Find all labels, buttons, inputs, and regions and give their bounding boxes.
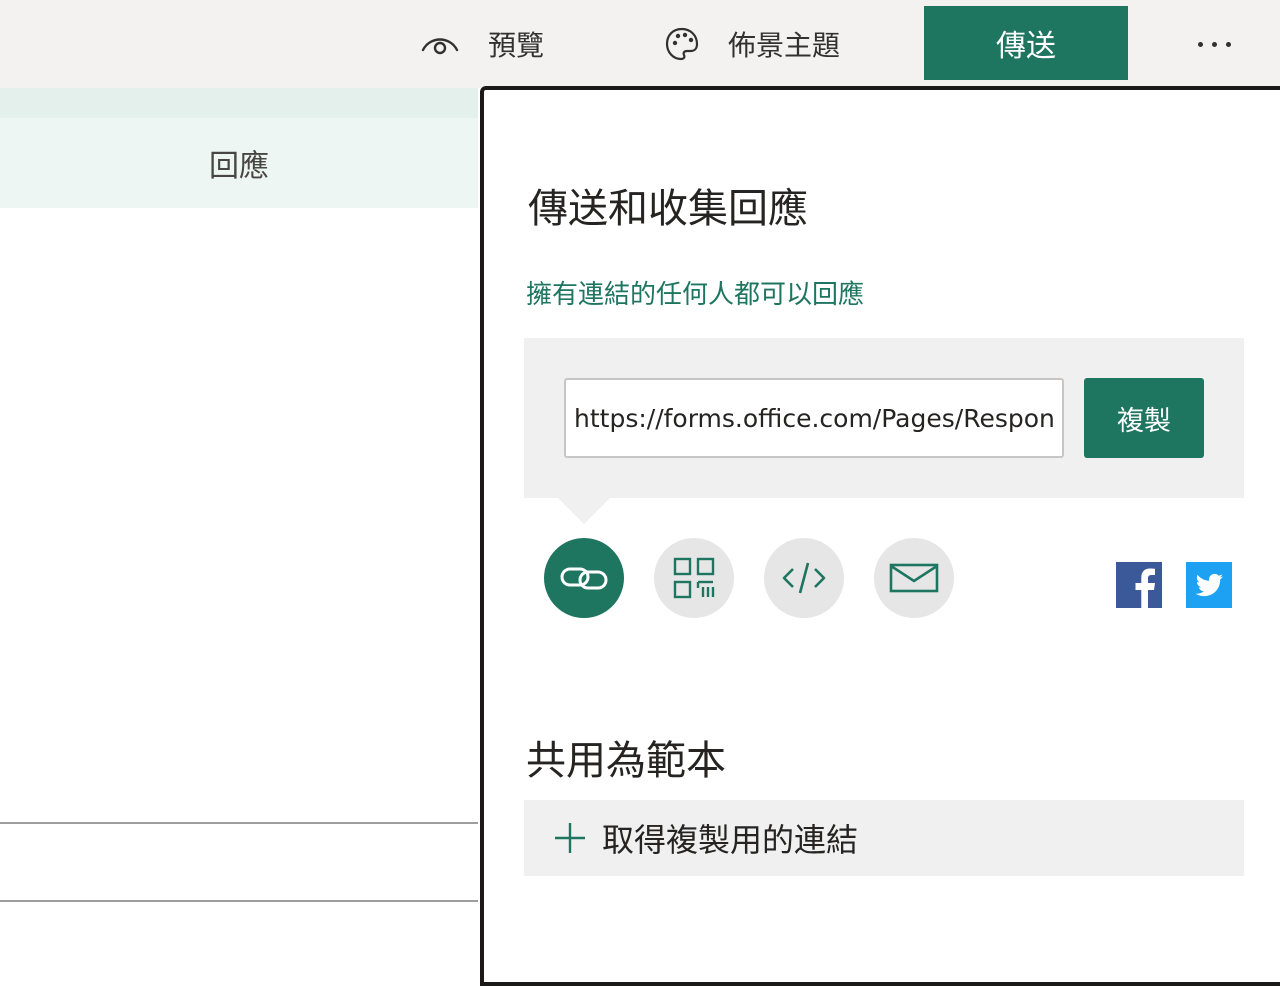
twitter-share-button[interactable] [1186, 562, 1232, 608]
facebook-icon [1116, 562, 1162, 612]
send-panel: 傳送和收集回應 擁有連結的任何人都可以回應 複製 [480, 86, 1280, 986]
theme-button[interactable]: 佈景主題 [664, 0, 840, 88]
tab-responses[interactable]: 回應 [0, 118, 478, 208]
mail-icon [889, 563, 939, 593]
more-dot [1211, 41, 1217, 47]
panel-title: 傳送和收集回應 [528, 186, 808, 232]
share-embed-option[interactable] [764, 538, 844, 618]
link-icon [559, 563, 609, 593]
form-editor-background: 回應 [0, 88, 480, 960]
divider [0, 900, 478, 902]
link-share-box: 複製 [524, 338, 1244, 524]
share-email-option[interactable] [874, 538, 954, 618]
share-qr-option[interactable] [654, 538, 734, 618]
palette-icon [664, 26, 700, 62]
template-section-title: 共用為範本 [526, 738, 726, 784]
access-setting-link[interactable]: 擁有連結的任何人都可以回應 [526, 274, 864, 311]
top-toolbar: 預覽 佈景主題 傳送 [0, 0, 1280, 88]
facebook-share-button[interactable] [1116, 562, 1162, 608]
get-duplicate-link-button[interactable]: 取得複製用的連結 [524, 800, 1244, 876]
more-dot [1197, 41, 1203, 47]
tab-strip [0, 88, 478, 118]
plus-icon [554, 822, 586, 854]
get-duplicate-link-label: 取得複製用的連結 [602, 821, 859, 859]
copy-button[interactable]: 複製 [1084, 378, 1204, 458]
preview-label: 預覽 [488, 29, 545, 62]
share-url-input[interactable] [564, 378, 1064, 458]
share-link-option[interactable] [544, 538, 624, 618]
qr-code-icon [673, 557, 715, 599]
twitter-icon [1186, 562, 1232, 612]
eye-icon [420, 32, 460, 56]
more-icon[interactable] [1178, 20, 1250, 68]
theme-label: 佈景主題 [728, 29, 841, 62]
send-button[interactable]: 傳送 [924, 6, 1128, 80]
preview-button[interactable]: 預覽 [420, 0, 544, 88]
code-icon [781, 561, 827, 595]
divider [0, 822, 478, 824]
more-dot [1225, 41, 1231, 47]
